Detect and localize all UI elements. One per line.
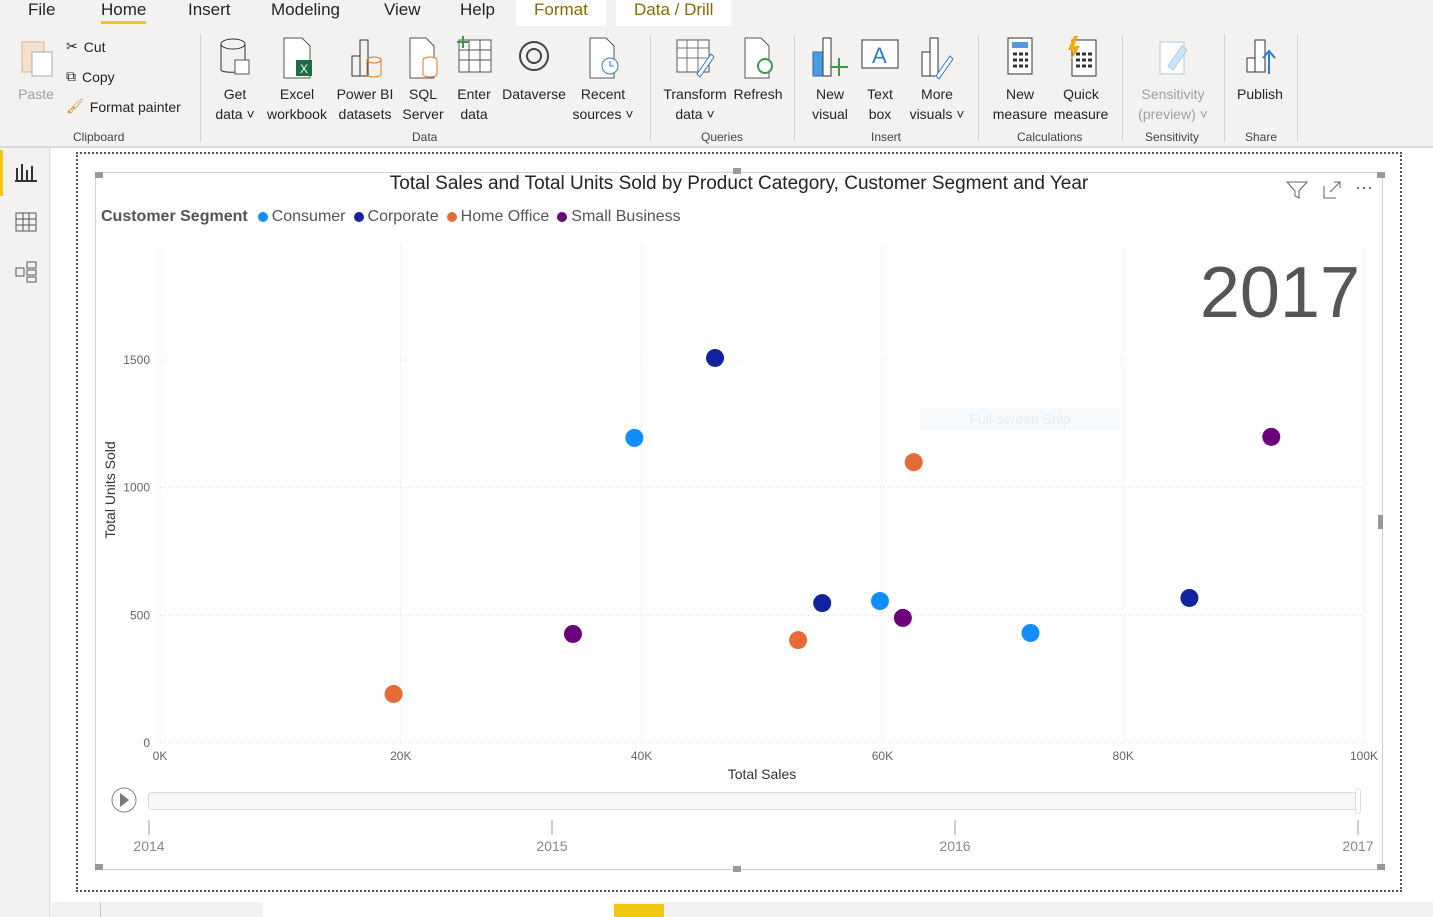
data-point-home-office[interactable] [384,684,403,703]
resize-handle [1378,515,1383,529]
data-point-corporate[interactable] [1180,588,1199,607]
data-point-small-business[interactable] [893,608,912,627]
resize-handle [733,866,741,872]
resize-handle [733,168,741,174]
play-axis-handle[interactable] [1355,788,1361,814]
play-axis-slider[interactable] [148,792,1358,810]
data-point-consumer[interactable] [625,428,644,447]
play-axis-tick-label: 2014 [133,838,164,854]
data-point-consumer[interactable] [870,592,889,611]
y-tick-label: 1500 [123,353,150,367]
x-axis-title-text: Total Sales [727,766,797,782]
data-point-home-office[interactable] [904,453,923,472]
data-point-consumer[interactable] [1021,623,1040,642]
play-axis-tick-label: 2017 [1342,838,1373,854]
resize-handle [95,864,103,870]
x-tick-label: 100K [1350,749,1378,763]
x-tick-label: 40K [631,749,652,763]
resize-handle [95,172,103,178]
play-button[interactable] [110,786,138,814]
x-tick-label: 0K [153,749,168,763]
x-tick-label: 80K [1113,749,1134,763]
play-axis-watermark: 2017 [1199,253,1360,333]
data-point-small-business[interactable] [1262,427,1281,446]
y-tick-label: 1000 [123,481,150,495]
play-axis-tick-label: 2016 [939,838,970,854]
resize-handle [1377,864,1385,870]
snip-overlay: Full-screen Snip [920,408,1120,430]
play-axis-tick-label: 2015 [536,838,567,854]
y-axis-title: Total Units Sold [102,441,118,539]
data-point-small-business[interactable] [563,624,582,643]
x-axis-title: Total Sales [96,766,1428,782]
x-tick-label: 60K [872,749,893,763]
resize-handle [1377,172,1385,178]
data-point-corporate[interactable] [706,348,725,367]
y-tick-label: 500 [130,608,150,622]
x-tick-label: 20K [390,749,411,763]
data-point-corporate[interactable] [813,594,832,613]
data-point-home-office[interactable] [789,631,808,650]
y-tick-label: 0 [143,736,150,750]
